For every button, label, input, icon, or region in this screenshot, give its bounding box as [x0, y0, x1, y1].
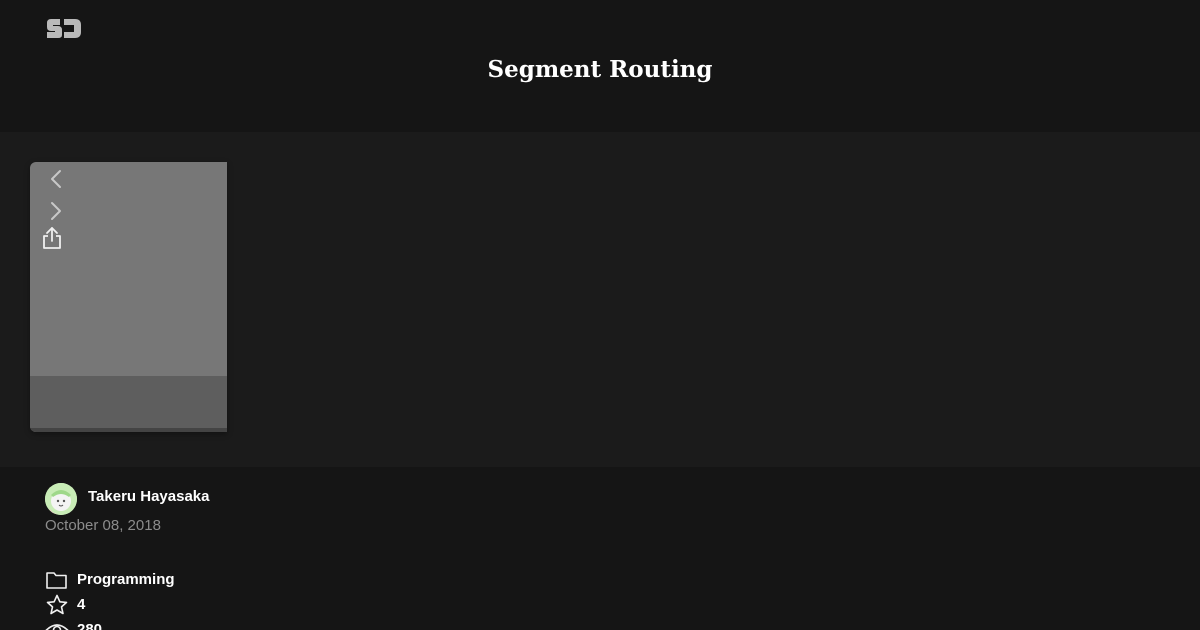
share-icon — [41, 225, 63, 251]
published-date: October 08, 2018 — [45, 517, 161, 534]
author-name[interactable]: Takeru Hayasaka — [88, 488, 209, 506]
page: Segment Routing Takeru Hayasaka October … — [0, 0, 1200, 630]
previous-slide-button[interactable] — [48, 168, 64, 190]
page-title: Segment Routing — [487, 56, 713, 83]
stars-count[interactable]: 4 — [45, 594, 145, 616]
avatar[interactable] — [45, 483, 77, 515]
share-button[interactable] — [41, 225, 63, 251]
speakerdeck-logo-icon[interactable] — [45, 17, 83, 40]
slide-player[interactable] — [30, 162, 227, 432]
category-link[interactable]: Programming — [45, 569, 245, 591]
views-count: 280 — [45, 619, 145, 630]
header: Segment Routing — [0, 0, 1200, 132]
chevron-right-icon — [48, 200, 64, 222]
views-value: 280 — [77, 621, 103, 630]
next-slide-button[interactable] — [48, 200, 64, 222]
eye-icon — [45, 619, 69, 630]
category-label: Programming — [77, 571, 175, 588]
folder-icon — [45, 569, 69, 591]
stars-value: 4 — [77, 596, 86, 613]
chevron-left-icon — [48, 168, 64, 190]
slide-footer-band — [30, 376, 227, 428]
slide-stage — [0, 132, 1200, 467]
deck-details: Takeru Hayasaka October 08, 2018 Program… — [0, 467, 1200, 630]
slide-edge — [30, 428, 227, 432]
star-icon — [45, 594, 69, 616]
